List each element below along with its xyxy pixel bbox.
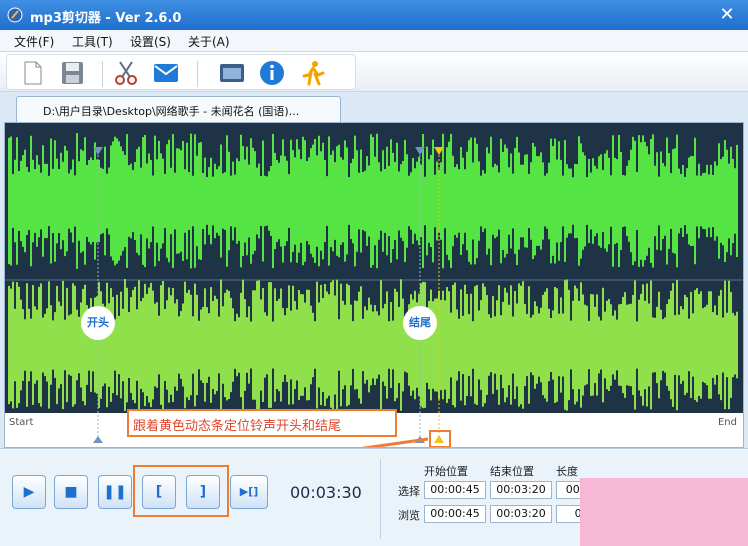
column-length-header: 长度 xyxy=(556,465,578,478)
toolbar-separator xyxy=(197,61,198,87)
toolbar-group xyxy=(6,54,356,90)
browse-start-field[interactable]: 00:00:45 xyxy=(424,505,486,523)
mark-end-button[interactable]: ] xyxy=(186,475,220,509)
play-selection-button[interactable]: ▶[] xyxy=(230,475,268,509)
select-end-field[interactable]: 00:03:20 xyxy=(490,481,552,499)
stop-button[interactable]: ■ xyxy=(54,475,88,509)
playhead-bottom-icon[interactable] xyxy=(434,435,444,443)
row-browse-label: 浏览 xyxy=(398,509,420,522)
window-icon[interactable] xyxy=(217,59,247,87)
waveform-graphic[interactable] xyxy=(5,123,743,447)
waveform-panel[interactable]: Start End 开头 结尾 跟着黄色动态条定位铃声开头和结尾 xyxy=(4,122,744,448)
pause-button[interactable]: ❚❚ xyxy=(98,475,132,509)
tab-document[interactable]: D:\用户目录\Desktop\网络歌手 - 未闻花名 (国语)... xyxy=(16,96,341,124)
time-display: 00:03:30 xyxy=(290,483,362,502)
select-start-field[interactable]: 00:00:45 xyxy=(424,481,486,499)
browse-end-field[interactable]: 00:03:20 xyxy=(490,505,552,523)
menu-bar: 文件(F) 工具(T) 设置(S) 关于(A) xyxy=(0,30,748,52)
start-marker-bubble: 开头 xyxy=(81,306,115,340)
app-icon xyxy=(7,7,23,23)
annotation-callout: 跟着黄色动态条定位铃声开头和结尾 xyxy=(127,409,397,437)
control-separator xyxy=(380,459,381,539)
title-bar: mp3剪切器 - Ver 2.6.0 ✕ xyxy=(0,0,748,30)
row-select-label: 选择 xyxy=(398,485,420,498)
mark-start-button[interactable]: [ xyxy=(142,475,176,509)
toolbar xyxy=(0,52,748,92)
menu-about[interactable]: 关于(A) xyxy=(188,33,230,50)
cut-scissors-icon[interactable] xyxy=(111,59,141,87)
menu-tools[interactable]: 工具(T) xyxy=(72,33,113,50)
annotation-arrow xyxy=(361,437,429,447)
tab-strip: D:\用户目录\Desktop\网络歌手 - 未闻花名 (国语)... xyxy=(0,92,748,124)
column-end-header: 结束位置 xyxy=(490,465,534,478)
window-title: mp3剪切器 - Ver 2.6.0 xyxy=(30,11,182,26)
play-button[interactable]: ▶ xyxy=(12,475,46,509)
column-start-header: 开始位置 xyxy=(424,465,468,478)
runner-icon[interactable] xyxy=(299,59,329,87)
new-file-icon[interactable] xyxy=(17,59,47,87)
start-marker-bottom-icon[interactable] xyxy=(93,436,103,443)
end-label: End xyxy=(717,417,737,428)
menu-file[interactable]: 文件(F) xyxy=(14,33,54,50)
close-icon[interactable]: ✕ xyxy=(716,4,738,26)
info-icon[interactable] xyxy=(257,59,287,87)
toolbar-separator xyxy=(102,61,103,87)
end-marker-bubble: 结尾 xyxy=(403,306,437,340)
corner-watermark xyxy=(580,478,748,546)
menu-settings[interactable]: 设置(S) xyxy=(130,33,171,50)
start-label: Start xyxy=(9,417,34,428)
save-icon[interactable] xyxy=(57,59,87,87)
email-icon[interactable] xyxy=(151,59,181,87)
